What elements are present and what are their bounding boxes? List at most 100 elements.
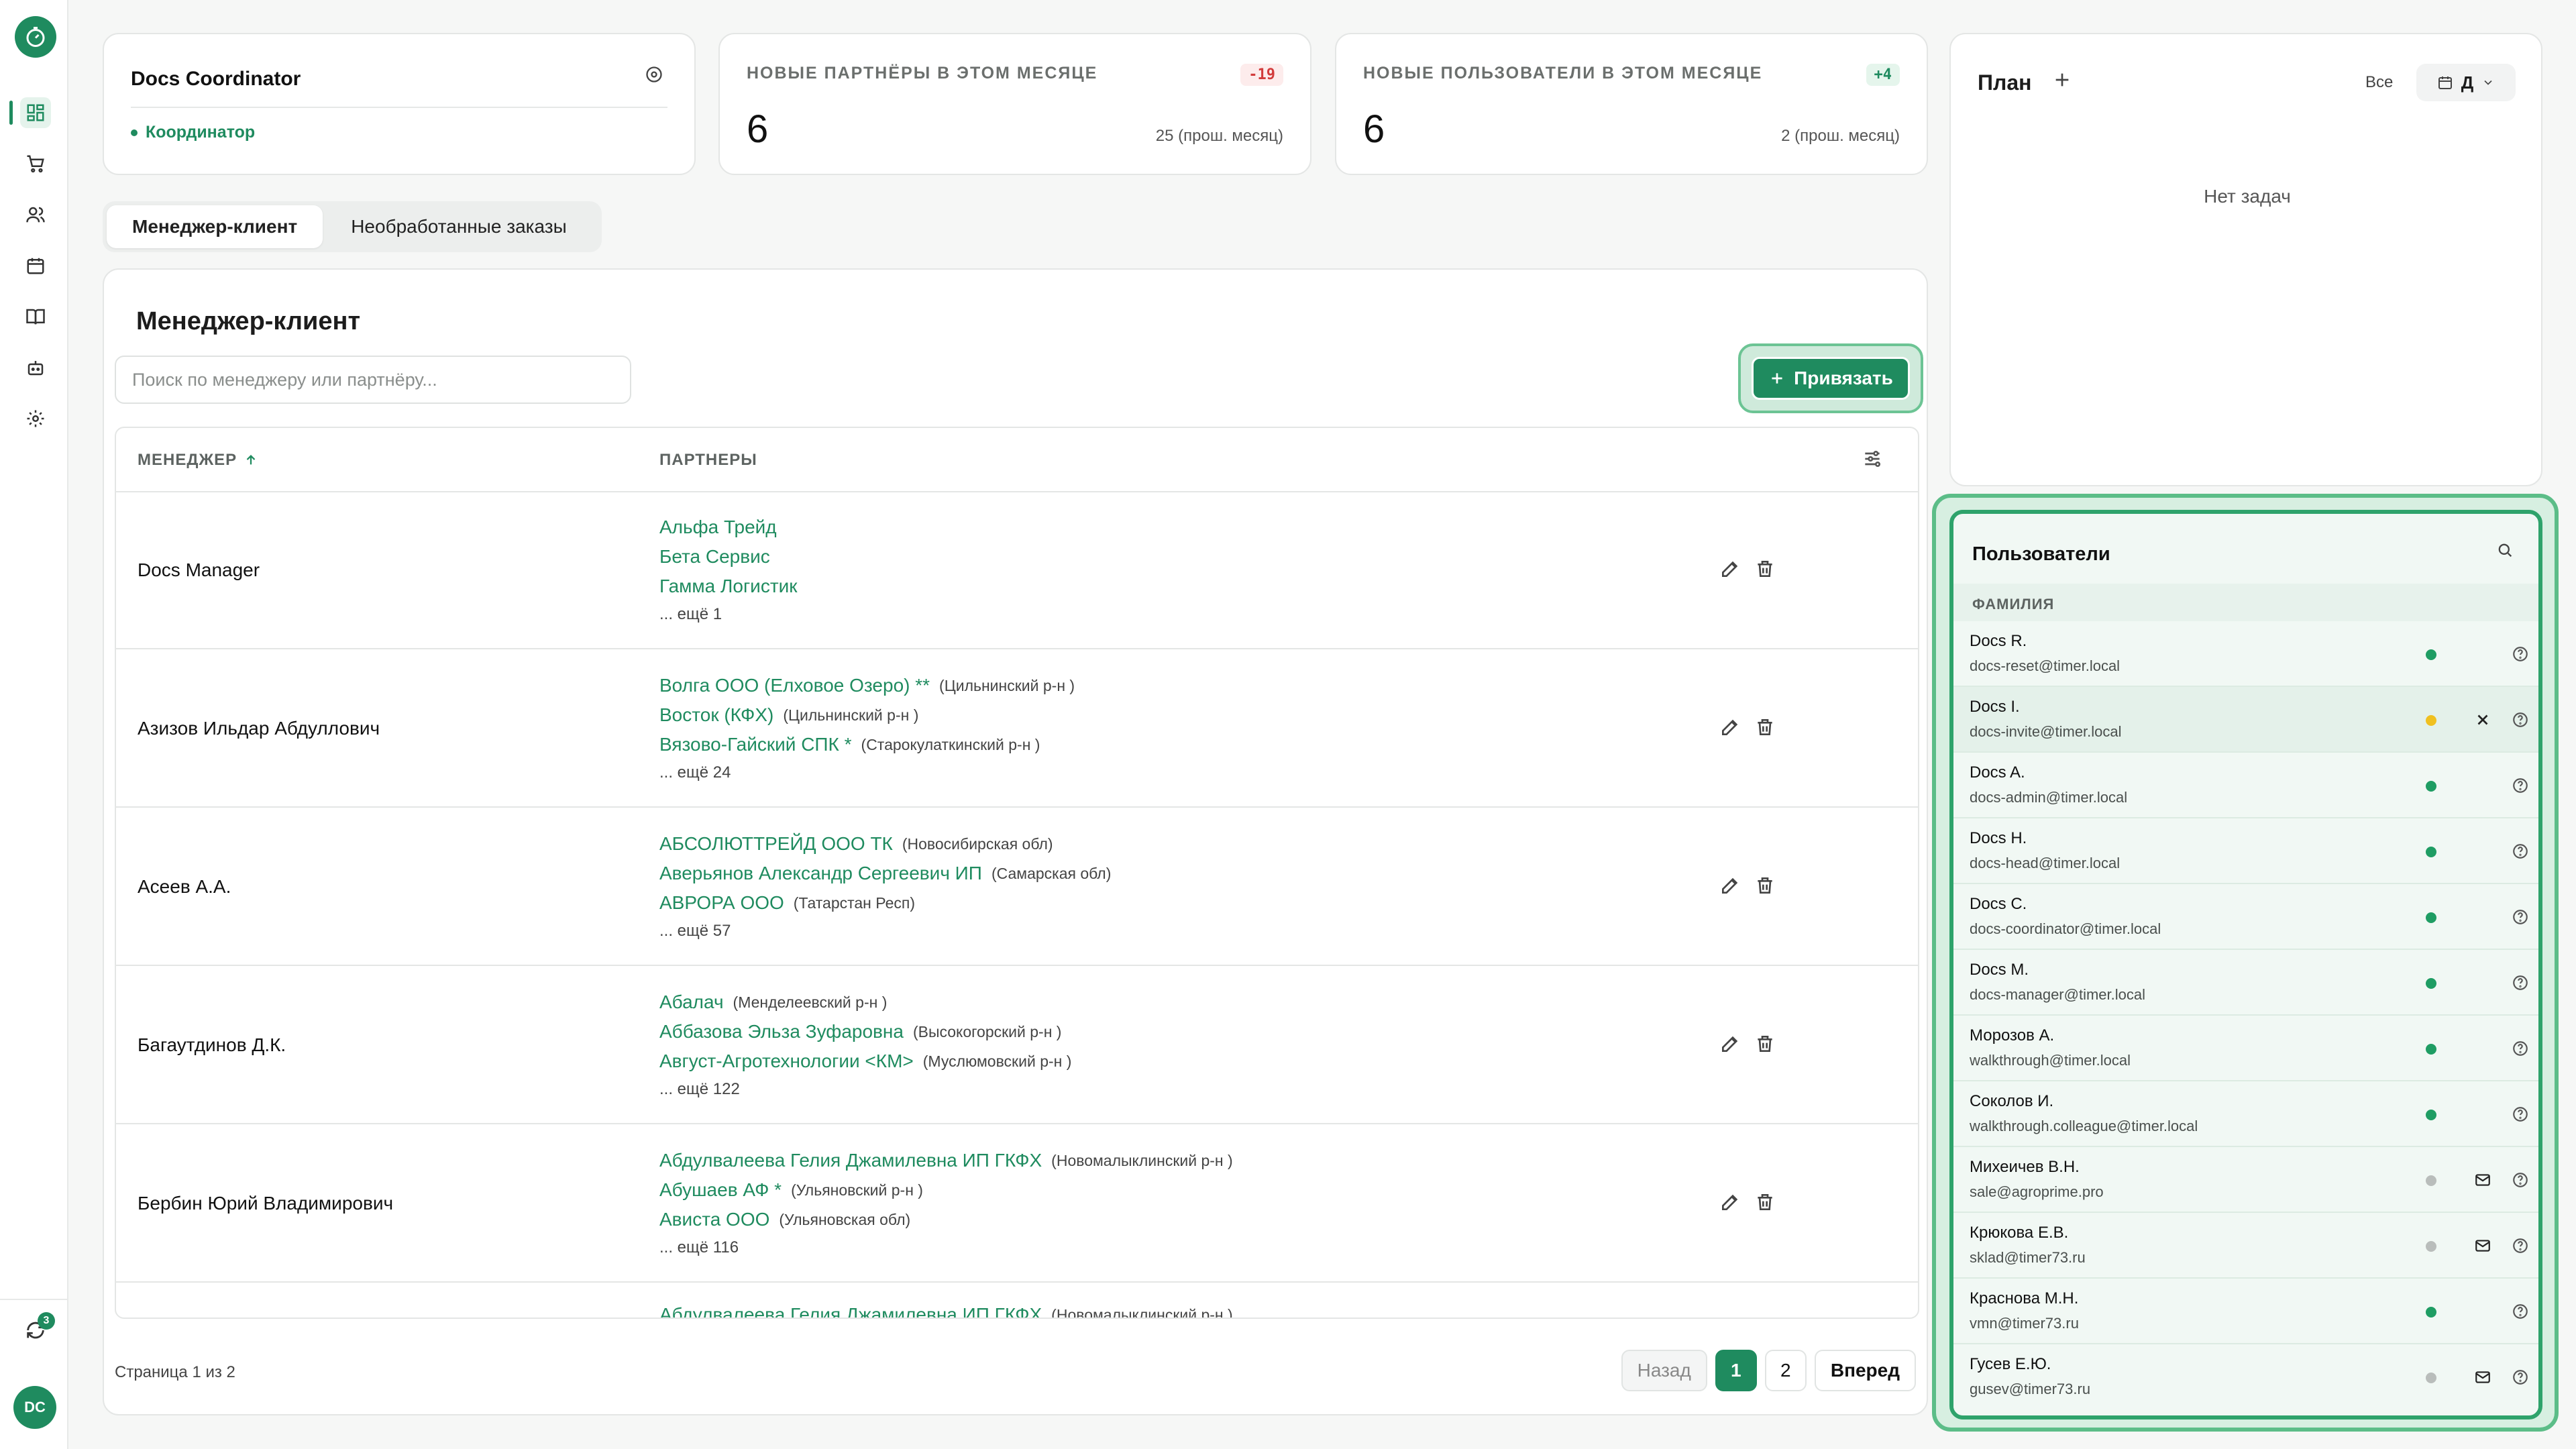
help-button[interactable] [2512, 1368, 2529, 1386]
edit-icon[interactable] [1719, 875, 1741, 896]
partner-link[interactable]: Вязово-Гайский СПК * [659, 734, 852, 755]
edit-icon[interactable] [1719, 558, 1741, 580]
send-invite-button[interactable] [2474, 1368, 2491, 1386]
help-button[interactable] [2512, 908, 2529, 926]
send-invite-button[interactable] [2474, 1237, 2491, 1254]
column-settings-button[interactable] [1862, 448, 1883, 470]
help-button[interactable] [2512, 1303, 2529, 1320]
partner-more[interactable]: ... ещё 57 [659, 918, 1111, 945]
nav-bot[interactable] [20, 352, 51, 383]
partner-link[interactable]: Альфа Трейд [659, 517, 777, 538]
chevron-down-icon [2484, 80, 2492, 85]
partner-region: (Цильнинский р-н ) [939, 676, 1075, 694]
partner-link[interactable]: Ависта ООО [659, 1209, 769, 1230]
partner-link[interactable]: Гамма Логистик [659, 576, 798, 597]
status-offline-dot [2426, 1175, 2436, 1186]
send-invite-button[interactable] [2474, 1171, 2491, 1189]
help-button[interactable] [2512, 711, 2529, 729]
user-row[interactable]: Гусев Е.Ю. gusev@timer73.ru [1953, 1344, 2538, 1410]
partner-link[interactable]: Аверьянов Александр Сергеевич ИП [659, 863, 982, 884]
column-manager-label: МЕНЕДЖЕР [138, 451, 237, 469]
help-button[interactable] [2512, 645, 2529, 663]
user-row[interactable]: Docs C. docs-coordinator@timer.local [1953, 884, 2538, 950]
user-row[interactable]: Соколов И. walkthrough.colleague@timer.l… [1953, 1081, 2538, 1147]
user-email: docs-coordinator@timer.local [1970, 920, 2161, 937]
column-manager[interactable]: МЕНЕДЖЕР [138, 451, 258, 470]
user-row[interactable]: Морозов А. walkthrough@timer.local [1953, 1016, 2538, 1081]
next-page-button[interactable]: Вперед [1814, 1350, 1916, 1391]
user-row[interactable]: Docs M. docs-manager@timer.local [1953, 950, 2538, 1016]
partner-link[interactable]: Восток (КФХ) [659, 704, 773, 726]
avatar[interactable]: DC [13, 1386, 56, 1429]
help-button[interactable] [2512, 777, 2529, 794]
user-email: vmn@timer73.ru [1970, 1315, 2079, 1332]
profile-settings-button[interactable] [645, 65, 663, 84]
close-icon [2477, 714, 2488, 725]
app-logo-icon[interactable] [15, 16, 56, 58]
help-button[interactable] [2512, 1237, 2529, 1254]
nav-dashboard[interactable] [20, 97, 51, 128]
help-button[interactable] [2512, 974, 2529, 991]
plan-filter-all[interactable]: Все [2365, 73, 2393, 92]
user-row[interactable]: Крюкова Е.В. sklad@timer73.ru [1953, 1213, 2538, 1279]
trash-icon[interactable] [1754, 1191, 1776, 1213]
tab-manager-client[interactable]: Менеджер-клиент [107, 205, 323, 248]
trash-icon[interactable] [1754, 558, 1776, 580]
user-row[interactable]: Михеичев В.Н. sale@agroprime.pro [1953, 1147, 2538, 1213]
trash-icon[interactable] [1754, 716, 1776, 738]
help-button[interactable] [2512, 1040, 2529, 1057]
edit-icon[interactable] [1719, 1033, 1741, 1055]
partner-more[interactable]: ... ещё 116 [659, 1234, 1233, 1261]
partner-link[interactable]: АБСОЛЮТТРЕЙД ООО ТК [659, 833, 893, 855]
user-row[interactable]: Docs I. docs-invite@timer.local [1953, 687, 2538, 753]
nav-calendar[interactable] [20, 250, 51, 281]
nav-users[interactable] [20, 199, 51, 230]
help-button[interactable] [2512, 1106, 2529, 1123]
partner-region: (Ульяновская обл) [779, 1210, 911, 1228]
edit-icon[interactable] [1719, 1191, 1741, 1213]
partner-link[interactable]: Абдулвалеева Гелия Джамилевна ИП ГКФХ [659, 1150, 1042, 1171]
trash-icon[interactable] [1754, 875, 1776, 896]
partner-more[interactable]: ... ещё 1 [659, 601, 798, 628]
partner-link[interactable]: Абалач [659, 991, 724, 1013]
nav-active-indicator [9, 101, 13, 125]
user-row[interactable]: Docs R. docs-reset@timer.local [1953, 621, 2538, 687]
partner-link[interactable]: Август-Агротехнологии <КМ> [659, 1051, 914, 1072]
partner-link[interactable]: АВРОРА ООО [659, 892, 784, 914]
manager-name: Асеев А.А. [138, 876, 231, 897]
bind-button[interactable]: Привязать [1752, 357, 1910, 400]
partner-link[interactable]: Аббазова Эльза Зуфаровна [659, 1021, 904, 1042]
user-name: Крюкова Е.В. [1970, 1224, 2069, 1242]
search-input[interactable] [115, 356, 631, 404]
tab-unprocessed-orders[interactable]: Необработанные заказы [325, 205, 592, 248]
help-button[interactable] [2512, 843, 2529, 860]
partner-link[interactable]: Абдулвалеева Гелия Джамилевна ИП ГКФХ [659, 1304, 1042, 1318]
partner-link[interactable]: Бета Сервис [659, 546, 770, 568]
table-row: Асеев А.А. АБСОЛЮТТРЕЙД ООО ТК (Новосибир… [116, 809, 1918, 966]
page-2-button[interactable]: 2 [1764, 1350, 1807, 1391]
revoke-invite-button[interactable] [2474, 711, 2491, 729]
manager-name: Азизов Ильдар Абдуллович [138, 718, 380, 739]
help-icon [2513, 1041, 2528, 1056]
user-row[interactable]: Краснова М.Н. vmn@timer73.ru [1953, 1279, 2538, 1344]
partner-link[interactable]: Абушаев АФ * [659, 1179, 782, 1201]
nav-settings[interactable] [20, 403, 51, 434]
prev-page-button[interactable]: Назад [1621, 1350, 1707, 1391]
users-search-button[interactable] [2496, 541, 2514, 559]
edit-icon[interactable] [1719, 716, 1741, 738]
trash-icon[interactable] [1754, 1033, 1776, 1055]
user-row[interactable]: Docs A. docs-admin@timer.local [1953, 753, 2538, 818]
partner-more[interactable]: ... ещё 24 [659, 759, 1075, 786]
help-button[interactable] [2512, 1171, 2529, 1189]
partner-link[interactable]: Волга ООО (Елховое Озеро) ** [659, 675, 930, 696]
help-icon [2513, 975, 2528, 990]
partner-more[interactable]: ... ещё 122 [659, 1076, 1071, 1103]
nav-orders[interactable] [20, 148, 51, 179]
plan-add-button[interactable] [2051, 69, 2073, 91]
calendar-icon [27, 258, 44, 274]
nav-docs[interactable] [20, 301, 51, 332]
plan-view-select[interactable]: Д [2416, 64, 2516, 101]
mail-icon [2475, 1174, 2490, 1186]
page-1-button[interactable]: 1 [1715, 1350, 1757, 1391]
user-row[interactable]: Docs H. docs-head@timer.local [1953, 818, 2538, 884]
